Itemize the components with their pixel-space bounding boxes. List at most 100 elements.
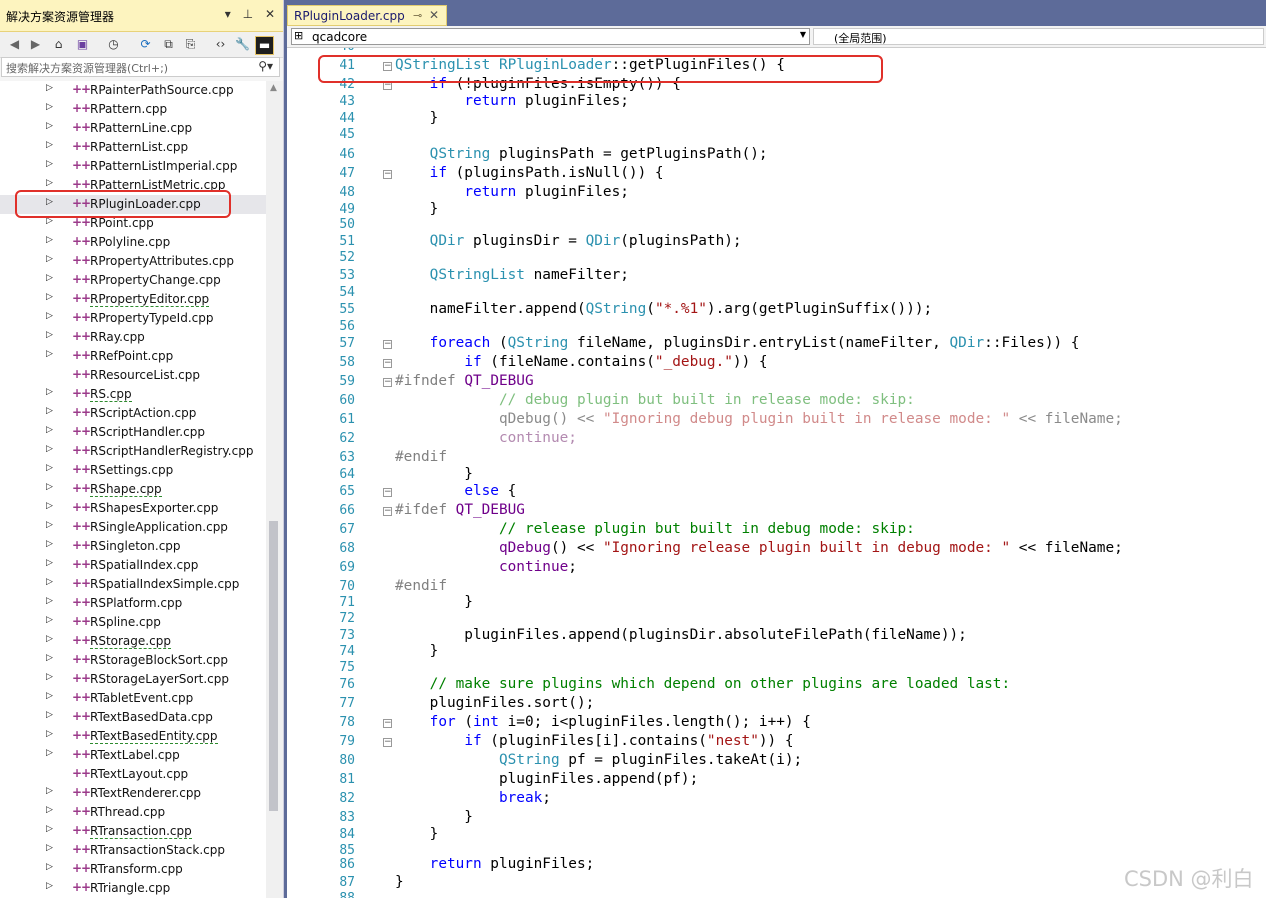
expand-arrow-icon[interactable]: ▷	[46, 102, 53, 112]
code-line[interactable]: qDebug() << "Ignoring debug plugin built…	[395, 411, 1123, 427]
collapse-all-icon[interactable]: ⧉	[160, 36, 177, 53]
home-icon[interactable]: ⌂	[50, 36, 67, 53]
expand-arrow-icon[interactable]: ▷	[46, 843, 53, 853]
fold-toggle-icon[interactable]: −	[383, 488, 392, 497]
code-line[interactable]: }	[395, 874, 404, 890]
tree-item[interactable]: ▷ ++ RShape.cpp	[0, 480, 266, 499]
code-line[interactable]: // debug plugin but built in release mod…	[395, 392, 915, 408]
tree-item[interactable]: ▷ ++ RScriptHandler.cpp	[0, 423, 266, 442]
code-line[interactable]: pluginFiles.append(pf);	[395, 771, 698, 787]
tree-item[interactable]: ▷ ++ RPattern.cpp	[0, 100, 266, 119]
tree-item[interactable]: ▷ ++ RTransactionStack.cpp	[0, 841, 266, 860]
code-line[interactable]: #endif	[395, 449, 447, 465]
expand-arrow-icon[interactable]: ▷	[46, 254, 53, 264]
code-line[interactable]: QDir pluginsDir = QDir(pluginsPath);	[395, 233, 742, 249]
tree-item[interactable]: ▷ ++ RPatternListImperial.cpp	[0, 157, 266, 176]
expand-arrow-icon[interactable]: ▷	[46, 311, 53, 321]
fold-toggle-icon[interactable]: −	[383, 378, 392, 387]
tree-scrollbar[interactable]: ▲	[266, 81, 283, 898]
expand-arrow-icon[interactable]: ▷	[46, 349, 53, 359]
tree-item[interactable]: ▷ ++ RPropertyTypeId.cpp	[0, 309, 266, 328]
tree-item[interactable]: ▷ ++ RTextRenderer.cpp	[0, 784, 266, 803]
forward-icon[interactable]: ▶	[27, 36, 44, 53]
expand-arrow-icon[interactable]: ▷	[46, 558, 53, 568]
expand-arrow-icon[interactable]: ▷	[46, 786, 53, 796]
tree-item[interactable]: ▷ ++ RStorage.cpp	[0, 632, 266, 651]
tree-item[interactable]: ▷ ++ RScriptAction.cpp	[0, 404, 266, 423]
code-line[interactable]: qDebug() << "Ignoring release plugin bui…	[395, 540, 1123, 556]
expand-arrow-icon[interactable]: ▷	[46, 463, 53, 473]
tree-item[interactable]: ▷ ++ RSingleApplication.cpp	[0, 518, 266, 537]
code-line[interactable]: }	[395, 809, 473, 825]
expand-arrow-icon[interactable]: ▷	[46, 748, 53, 758]
code-line[interactable]: }	[395, 594, 473, 610]
code-line[interactable]: pluginFiles.append(pluginsDir.absoluteFi…	[395, 627, 967, 643]
code-line[interactable]: if (fileName.contains("_debug.")) {	[395, 354, 767, 370]
expand-arrow-icon[interactable]: ▷	[46, 710, 53, 720]
code-line[interactable]: return pluginFiles;	[395, 856, 595, 872]
tree-item[interactable]: ▷ ++ RTransform.cpp	[0, 860, 266, 879]
code-line[interactable]: foreach (QString fileName, pluginsDir.en…	[395, 335, 1080, 351]
expand-arrow-icon[interactable]: ▷	[46, 140, 53, 150]
tree-item[interactable]: ▷ ++ RScriptHandlerRegistry.cpp	[0, 442, 266, 461]
expand-arrow-icon[interactable]: ▷	[46, 444, 53, 454]
code-line[interactable]: continue;	[395, 430, 577, 446]
tree-item[interactable]: ▷ ++ RTabletEvent.cpp	[0, 689, 266, 708]
tree-item[interactable]: ▷ ++ RThread.cpp	[0, 803, 266, 822]
window-position-dropdown-icon[interactable]: ▾	[225, 7, 231, 21]
code-line[interactable]: return pluginFiles;	[395, 184, 629, 200]
expand-arrow-icon[interactable]: ▷	[46, 672, 53, 682]
expand-arrow-icon[interactable]: ▷	[46, 729, 53, 739]
tree-item[interactable]: ++ RResourceList.cpp	[0, 366, 266, 385]
preview-selected-items-icon[interactable]: ▬	[255, 36, 274, 55]
expand-arrow-icon[interactable]: ▷	[46, 615, 53, 625]
tree-item[interactable]: ▷ ++ RPatternList.cpp	[0, 138, 266, 157]
show-all-files-icon[interactable]: ⎘	[182, 36, 199, 53]
expand-arrow-icon[interactable]: ▷	[46, 425, 53, 435]
expand-arrow-icon[interactable]: ▷	[46, 235, 53, 245]
tab-pin-icon[interactable]: ⊸	[413, 9, 422, 22]
code-line[interactable]: #ifdef QT_DEBUG	[395, 502, 525, 518]
search-icon[interactable]: ⚲▾	[258, 59, 273, 73]
code-line[interactable]: else {	[395, 483, 516, 499]
expand-arrow-icon[interactable]: ▷	[46, 577, 53, 587]
expand-arrow-icon[interactable]: ▷	[46, 121, 53, 131]
switch-views-icon[interactable]: ▣	[74, 36, 91, 53]
code-line[interactable]: nameFilter.append(QString("*.%1").arg(ge…	[395, 301, 933, 317]
code-area[interactable]: 4041QStringList RPluginLoader::getPlugin…	[287, 48, 1266, 898]
tree-item[interactable]: ▷ ++ RTextBasedEntity.cpp	[0, 727, 266, 746]
expand-arrow-icon[interactable]: ▷	[46, 824, 53, 834]
expand-arrow-icon[interactable]: ▷	[46, 292, 53, 302]
expand-arrow-icon[interactable]: ▷	[46, 482, 53, 492]
expand-arrow-icon[interactable]: ▷	[46, 406, 53, 416]
fold-toggle-icon[interactable]: −	[383, 340, 392, 349]
scroll-up-icon[interactable]: ▲	[270, 83, 277, 93]
code-line[interactable]: QString pluginsPath = getPluginsPath();	[395, 146, 768, 162]
code-line[interactable]: }	[395, 201, 439, 217]
code-line[interactable]: }	[395, 643, 439, 659]
tree-item[interactable]: ▷ ++ RTextBasedData.cpp	[0, 708, 266, 727]
editor-tab-active[interactable]: RPluginLoader.cpp ⊸ ✕	[287, 5, 447, 26]
tree-item[interactable]: ▷ ++ RTriangle.cpp	[0, 879, 266, 898]
expand-arrow-icon[interactable]: ▷	[46, 83, 53, 93]
chevron-down-icon[interactable]: ▼	[800, 30, 806, 39]
scrollbar-thumb[interactable]	[269, 521, 278, 811]
code-line[interactable]: // release plugin but built in debug mod…	[395, 521, 915, 537]
expand-arrow-icon[interactable]: ▷	[46, 178, 53, 188]
code-line[interactable]: #ifndef QT_DEBUG	[395, 373, 534, 389]
tree-item[interactable]: ▷ ++ RSpline.cpp	[0, 613, 266, 632]
expand-arrow-icon[interactable]: ▷	[46, 596, 53, 606]
expand-arrow-icon[interactable]: ▷	[46, 653, 53, 663]
expand-arrow-icon[interactable]: ▷	[46, 539, 53, 549]
tree-item[interactable]: ▷ ++ RS.cpp	[0, 385, 266, 404]
view-code-icon[interactable]: ‹›	[212, 36, 229, 53]
expand-arrow-icon[interactable]: ▷	[46, 691, 53, 701]
expand-arrow-icon[interactable]: ▷	[46, 881, 53, 891]
code-line[interactable]: QString pf = pluginFiles.takeAt(i);	[395, 752, 802, 768]
tree-item[interactable]: ▷ ++ RSettings.cpp	[0, 461, 266, 480]
fold-toggle-icon[interactable]: −	[383, 719, 392, 728]
code-line[interactable]: QStringList nameFilter;	[395, 267, 629, 283]
expand-arrow-icon[interactable]: ▷	[46, 520, 53, 530]
solution-search-input[interactable]: 搜索解决方案资源管理器(Ctrl+;) ⚲▾	[1, 57, 280, 77]
code-line[interactable]: }	[395, 110, 439, 126]
